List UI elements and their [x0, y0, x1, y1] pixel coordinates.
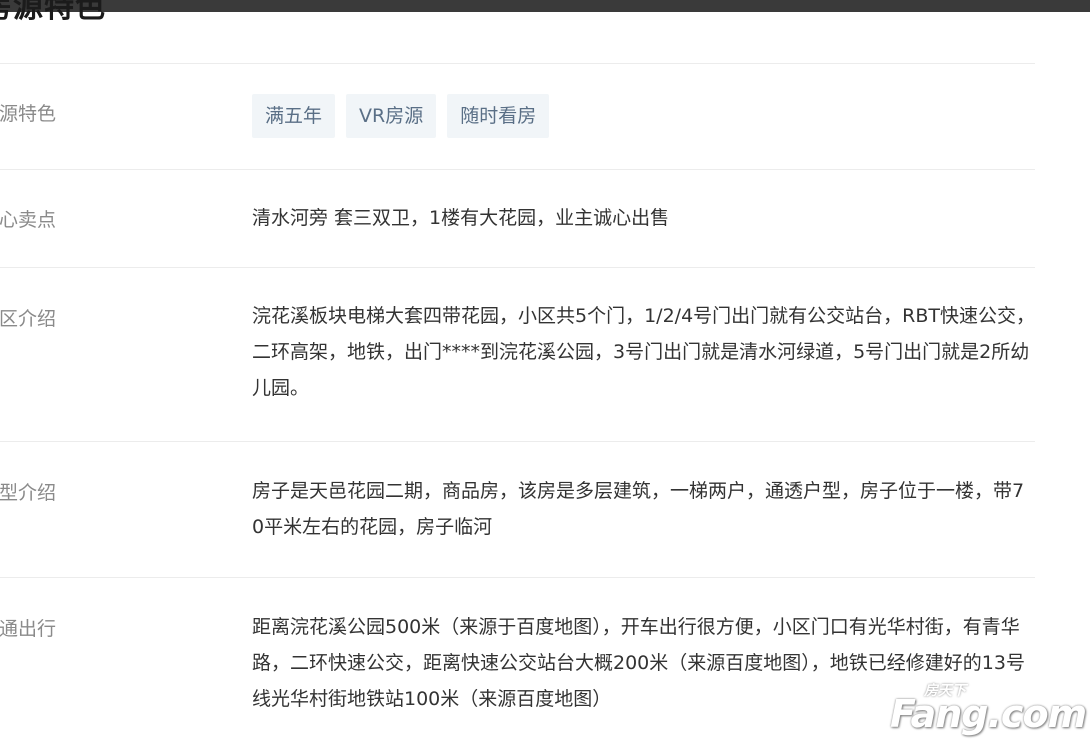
divider: [0, 267, 1035, 268]
row-value-community: 浣花溪板块电梯大套四带花园，小区共5个门，1/2/4号门出门就有公交站台，RBT…: [252, 305, 1036, 399]
row-value-layout: 房子是天邑花园二期，商品房，该房是多层建筑，一梯两户，通透户型，房子位于一楼，带…: [252, 480, 1025, 538]
logo-main-text: Fang.com: [890, 692, 1087, 736]
row-label-features: 房源特色: [0, 103, 57, 125]
divider: [0, 577, 1035, 578]
row-label-community: 小区介绍: [0, 308, 57, 330]
tag-vr-listing[interactable]: VR房源: [346, 94, 437, 138]
row-label-transport: 交通出行: [0, 618, 57, 640]
feature-tags: 满五年 VR房源 随时看房: [252, 94, 550, 138]
fang-logo-watermark: 房天下 Fang.com: [890, 680, 1087, 740]
browser-top-bar: [0, 0, 1090, 12]
row-value-selling-point: 清水河旁 套三双卫，1楼有大花园，业主诚心出售: [252, 207, 670, 229]
row-label-selling-point: 核心卖点: [0, 209, 57, 231]
divider: [0, 441, 1035, 442]
divider: [0, 169, 1035, 170]
row-label-layout: 户型介绍: [0, 482, 57, 504]
listing-features-page: 房源特色 房源特色 满五年 VR房源 随时看房 核心卖点 清水河旁 套三双卫，1…: [0, 0, 1090, 751]
tag-five-years[interactable]: 满五年: [252, 94, 336, 138]
tag-viewing-anytime[interactable]: 随时看房: [447, 94, 550, 138]
section-title: 房源特色: [0, 0, 106, 25]
divider: [0, 63, 1035, 64]
